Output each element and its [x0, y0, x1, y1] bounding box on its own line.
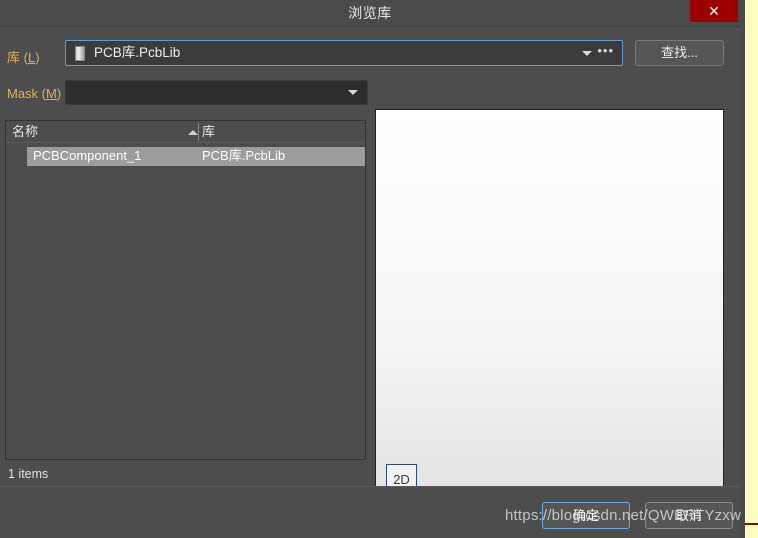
window-title: 浏览库 — [348, 5, 392, 21]
column-header-library[interactable]: 库 — [202, 121, 215, 143]
column-resize-handle[interactable] — [198, 123, 199, 141]
library-combobox[interactable]: PCB库.PcbLib ••• — [65, 40, 623, 66]
chevron-down-icon[interactable] — [348, 90, 358, 95]
close-window-button[interactable]: ✕ — [690, 0, 738, 22]
library-label-prefix: 库 ( — [7, 50, 28, 65]
cell-library-name: PCB库.PcbLib — [202, 148, 286, 163]
sort-ascending-icon — [188, 130, 198, 135]
column-header-name[interactable]: 名称 — [12, 121, 38, 143]
cell-component-name: PCBComponent_1 — [33, 148, 142, 163]
mask-field-label: Mask (M) — [7, 86, 61, 101]
ok-button[interactable]: 确定 — [542, 502, 630, 529]
chevron-down-icon[interactable] — [582, 51, 592, 56]
mask-label-prefix: Mask ( — [7, 86, 46, 101]
ic-chip-icon — [75, 46, 85, 61]
page-background-strip — [745, 0, 758, 538]
page-rule-line — [745, 523, 758, 525]
list-body[interactable]: PCBComponent_1 PCB库.PcbLib — [6, 143, 365, 459]
mask-label-suffix: ) — [56, 86, 62, 101]
mask-combobox[interactable] — [65, 80, 368, 105]
title-bar: 浏览库 ✕ — [0, 0, 740, 26]
screenshot-root: 浏览库 ✕ 库 (L) PCB库.PcbLib ••• 查找... Mask (… — [0, 0, 758, 538]
dialog-footer: 确定 取消 — [0, 486, 740, 538]
close-icon: ✕ — [708, 3, 720, 19]
list-column-headers: 名称 库 — [6, 121, 365, 143]
library-selected-value: PCB库.PcbLib — [94, 45, 181, 60]
browse-library-dialog: 浏览库 ✕ 库 (L) PCB库.PcbLib ••• 查找... Mask (… — [0, 0, 740, 538]
mask-label-mnemonic: M — [46, 86, 57, 101]
component-preview-panel[interactable]: 2D — [375, 109, 724, 505]
component-list-panel: 名称 库 PCBComponent_1 PCB库.PcbLib — [5, 120, 366, 460]
item-count-status: 1 items — [8, 467, 49, 481]
search-button[interactable]: 查找... — [635, 40, 724, 66]
ellipsis-icon[interactable]: ••• — [597, 41, 614, 65]
table-row[interactable]: PCBComponent_1 PCB库.PcbLib — [27, 147, 365, 166]
dialog-body: 库 (L) PCB库.PcbLib ••• 查找... Mask (M) 名称 — [0, 26, 740, 505]
library-label-suffix: ) — [35, 50, 40, 65]
cancel-button[interactable]: 取消 — [645, 502, 733, 529]
library-field-label: 库 (L) — [7, 47, 40, 66]
